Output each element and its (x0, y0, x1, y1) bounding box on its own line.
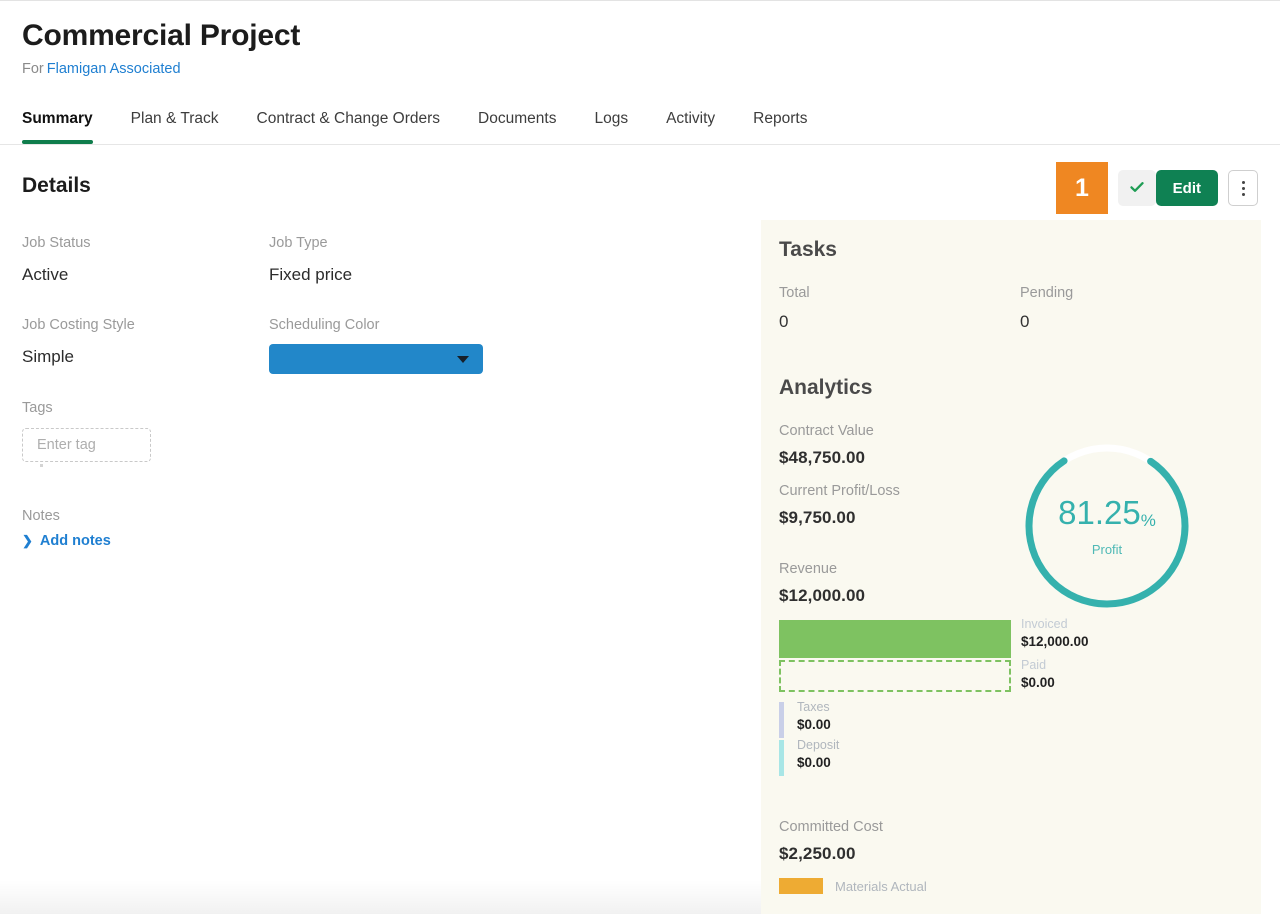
kebab-menu-icon (1241, 180, 1245, 184)
bar-row-taxes: Taxes $0.00 (779, 700, 1079, 740)
add-notes-label: Add notes (39, 533, 111, 549)
analytics-heading: Analytics (779, 376, 873, 399)
bar-deposit (779, 740, 784, 776)
deposit-value: $0.00 (797, 755, 831, 770)
committed-cost-amount: $2,250.00 (779, 844, 856, 863)
notes-section: Notes ❯ Add notes (22, 508, 111, 549)
tab-reports[interactable]: Reports (734, 108, 826, 144)
details-panel: Job Status Active Job Type Fixed price J… (22, 234, 722, 374)
taxes-value: $0.00 (797, 717, 831, 732)
step-number: 1 (1075, 174, 1089, 202)
bar-row-invoiced: Invoiced $12,000.00 (779, 617, 1089, 660)
taxes-label: Taxes (797, 700, 830, 714)
committed-cost-metric: Committed Cost $2,250.00 Materials Actua… (779, 818, 1261, 894)
tasks-total-value: 0 (779, 312, 789, 331)
client-subtitle: For Flamigan Associated (22, 60, 300, 78)
profit-donut-chart: 81.25% Profit (1021, 440, 1193, 612)
field-job-status: Job Status Active (22, 234, 269, 286)
bar-row-paid: Paid $0.00 (779, 658, 1079, 698)
profit-percent: 81.25% (1058, 493, 1156, 531)
caption-invoiced: Invoiced $12,000.00 (1021, 617, 1089, 650)
job-costing-style-value: Simple (22, 347, 74, 366)
committed-cost-legend: Materials Actual (779, 878, 1261, 894)
materials-actual-label: Materials Actual (835, 878, 927, 894)
tasks-stats: Total 0 Pending 0 (779, 284, 1261, 332)
job-status-label: Job Status (22, 235, 91, 251)
bar-invoiced (779, 620, 1011, 658)
kebab-menu-icon (1241, 192, 1245, 196)
tasks-total: Total 0 (779, 284, 1020, 332)
tasks-pending-label: Pending (1020, 285, 1074, 301)
profit-sublabel: Profit (1091, 541, 1123, 557)
tags-label: Tags (22, 400, 53, 416)
invoiced-value: $12,000.00 (1021, 634, 1089, 649)
page-title: Commercial Project (22, 19, 301, 52)
top-divider (0, 0, 1280, 1)
field-scheduling-color: Scheduling Color (269, 316, 722, 374)
bottom-shadow (0, 880, 761, 914)
donut-center-label: 81.25% Profit (1021, 440, 1193, 612)
tab-documents[interactable]: Documents (459, 108, 575, 144)
kebab-menu-icon (1241, 186, 1245, 190)
contract-value-label: Contract Value (779, 423, 874, 439)
scheduling-color-dropdown[interactable] (269, 344, 483, 374)
job-status-value: Active (22, 265, 69, 284)
tasks-pending: Pending 0 (1020, 284, 1261, 332)
chevron-down-icon (457, 356, 469, 363)
invoiced-label: Invoiced (1021, 617, 1068, 631)
field-job-costing-style: Job Costing Style Simple (22, 316, 269, 374)
tag-resize-handle (40, 464, 43, 467)
field-job-type: Job Type Fixed price (269, 234, 722, 286)
for-label: For (22, 61, 44, 77)
page-header: Commercial Project For Flamigan Associate… (22, 18, 300, 78)
notes-label: Notes (22, 508, 60, 524)
tasks-heading: Tasks (779, 238, 837, 261)
revenue-breakdown-chart: Invoiced $12,000.00 Paid $0.00 Taxes $0.… (779, 617, 1089, 778)
tab-contract-and-change-orders[interactable]: Contract & Change Orders (238, 108, 460, 144)
tab-logs[interactable]: Logs (575, 108, 647, 144)
analytics-sidebar: Tasks Total 0 Pending 0 Analytics 81.25%… (761, 220, 1261, 914)
bar-row-deposit: Deposit $0.00 (779, 738, 1079, 778)
details-heading: Details (22, 174, 91, 197)
analytics-content: 81.25% Profit Contract Value $48,750.00 … (779, 422, 1261, 894)
caption-paid: Paid $0.00 (1021, 658, 1055, 691)
tab-bar: Summary Plan & Track Contract & Change O… (0, 108, 1280, 145)
caption-deposit: Deposit $0.00 (797, 738, 839, 771)
scheduling-color-label: Scheduling Color (269, 317, 380, 333)
tasks-total-label: Total (779, 285, 810, 301)
deposit-label: Deposit (797, 738, 840, 752)
add-notes-link[interactable]: ❯ Add notes (22, 533, 111, 549)
job-costing-style-label: Job Costing Style (22, 317, 135, 333)
tab-plan-and-track[interactable]: Plan & Track (112, 108, 238, 144)
tab-activity[interactable]: Activity (647, 108, 734, 144)
paid-label: Paid (1021, 658, 1047, 672)
job-type-value: Fixed price (269, 265, 353, 284)
edit-button[interactable]: Edit (1155, 170, 1218, 206)
bar-paid (779, 660, 1011, 692)
caption-taxes: Taxes $0.00 (797, 700, 831, 733)
paid-value: $0.00 (1021, 675, 1055, 690)
tab-summary[interactable]: Summary (22, 108, 112, 144)
materials-actual-swatch (779, 878, 823, 894)
details-toolbar: Edit (1148, 170, 1258, 206)
tasks-pending-value: 0 (1020, 312, 1030, 331)
chevron-right-icon: ❯ (22, 533, 33, 548)
committed-cost-label: Committed Cost (779, 819, 883, 835)
bar-taxes (779, 702, 784, 738)
more-options-button[interactable] (1228, 170, 1258, 206)
job-type-label: Job Type (269, 235, 328, 251)
check-icon (1128, 178, 1146, 199)
tags-section: Tags (22, 400, 151, 467)
tag-input[interactable] (22, 428, 151, 462)
client-link[interactable]: Flamigan Associated (47, 61, 181, 77)
